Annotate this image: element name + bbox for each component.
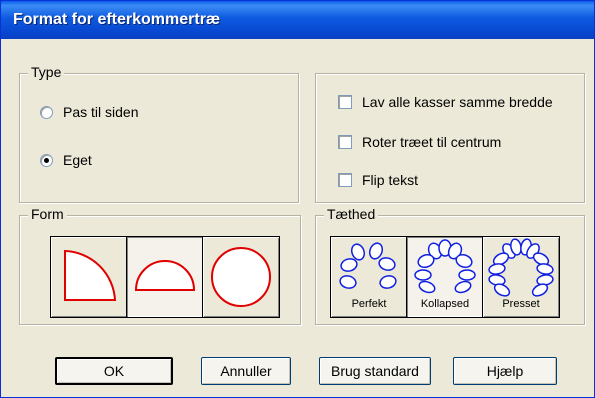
density-collapsed-label: Kollapsed — [420, 298, 470, 310]
full-circle-icon — [211, 247, 271, 307]
radio-fit-to-page-label: Pas til siden — [63, 104, 139, 120]
density-pressed-label: Presset — [502, 298, 540, 310]
dialog-window: Format for efterkommertræ Type Pas til s… — [0, 0, 595, 398]
shape-half-button[interactable] — [126, 236, 204, 318]
density-group-legend: Tæthed — [324, 206, 379, 222]
density-pressed-button[interactable]: Presset — [482, 236, 560, 318]
checkbox-same-width-label: Lav alle kasser samme bredde — [362, 94, 553, 110]
shape-circle-button[interactable] — [202, 236, 280, 318]
window-title: Format for efterkommertræ — [13, 11, 221, 28]
form-group-legend: Form — [28, 206, 67, 222]
form-group: Form — [19, 206, 301, 325]
density-perfect-button[interactable]: Perfekt — [330, 236, 408, 318]
radio-fit-to-page-indicator — [40, 105, 53, 119]
checkbox-same-width[interactable]: Lav alle kasser samme bredde — [338, 94, 553, 110]
checkbox-rotate-tree-label: Roter træet til centrum — [362, 134, 502, 150]
type-group-legend: Type — [28, 64, 65, 80]
ok-button[interactable]: OK — [55, 357, 173, 385]
radio-fit-to-page[interactable]: Pas til siden — [40, 104, 138, 120]
checkbox-flip-text[interactable]: Flip tekst — [338, 172, 418, 188]
checkbox-rotate-tree-box — [338, 135, 352, 149]
options-group: Lav alle kasser samme bredde Roter træet… — [315, 73, 585, 203]
title-bar[interactable]: Format for efterkommertræ — [1, 1, 594, 39]
density-collapsed-button[interactable]: Kollapsed — [406, 236, 484, 318]
help-button[interactable]: Hjælp — [453, 357, 557, 385]
density-perfect-label: Perfekt — [351, 298, 387, 310]
checkbox-rotate-tree[interactable]: Roter træet til centrum — [338, 134, 501, 150]
checkbox-flip-text-label: Flip tekst — [362, 172, 419, 188]
cancel-button[interactable]: Annuller — [201, 357, 291, 385]
checkbox-flip-text-box — [338, 173, 352, 187]
radio-custom[interactable]: Eget — [40, 152, 92, 168]
radio-custom-indicator — [40, 153, 53, 167]
half-circle-icon — [134, 260, 196, 291]
density-group: Tæthed Perfekt Kollapsed Presset — [315, 206, 585, 325]
shape-quarter-button[interactable] — [50, 236, 128, 318]
dialog-body: Type Pas til siden Eget Lav alle kasser … — [5, 39, 590, 393]
quarter-circle-icon — [64, 249, 117, 301]
type-group: Type Pas til siden Eget — [19, 64, 299, 203]
checkbox-same-width-box — [338, 95, 352, 109]
radio-custom-label: Eget — [63, 152, 92, 168]
use-default-button[interactable]: Brug standard — [319, 357, 431, 385]
